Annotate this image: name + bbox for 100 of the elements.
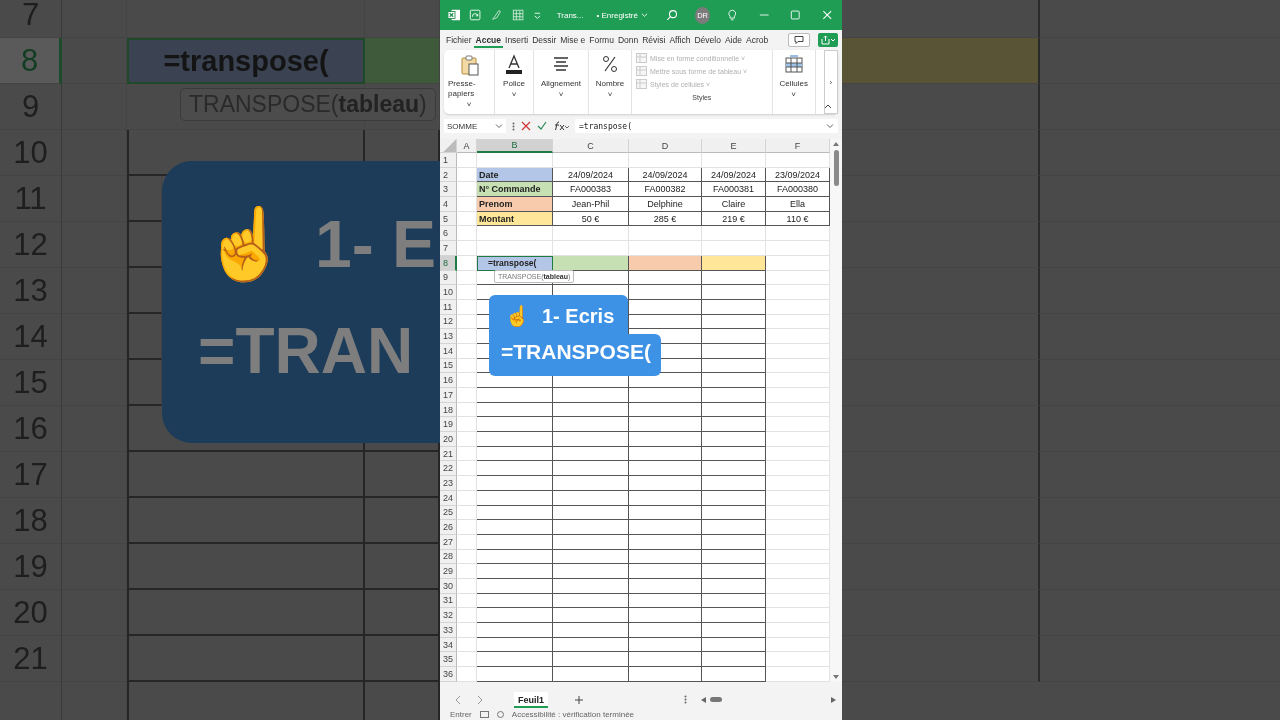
ribbon-tab[interactable]: Accue	[473, 32, 504, 48]
cancel-icon[interactable]	[521, 121, 531, 131]
horizontal-scrollbar[interactable]	[701, 696, 836, 703]
ribbon-tab[interactable]: Aide	[722, 32, 744, 48]
table-cell	[702, 432, 766, 447]
check-icon[interactable]	[537, 121, 547, 131]
row-header[interactable]: 22	[440, 461, 457, 477]
scrollbar-thumb[interactable]	[710, 697, 722, 702]
table-cell	[702, 285, 766, 300]
collapse-icon[interactable]	[824, 103, 832, 109]
previous-sheet-icon[interactable]	[454, 694, 462, 705]
sheet-tab[interactable]: Feuil1	[514, 691, 548, 708]
comment-icon	[794, 35, 804, 45]
name-box[interactable]: SOMME	[444, 119, 506, 133]
row-header[interactable]: 16	[440, 373, 457, 388]
formula-field[interactable]: =transpose(	[575, 119, 838, 133]
row-header[interactable]: 33	[440, 623, 457, 638]
style-icon	[636, 53, 647, 63]
scrollbar-thumb[interactable]	[833, 150, 839, 186]
ribbon-tab[interactable]: Acrob	[743, 32, 771, 48]
scroll-up-icon[interactable]	[832, 141, 840, 147]
table-cell	[457, 285, 477, 300]
ribbon-button[interactable]: Cellules ˅	[776, 52, 811, 112]
row-header[interactable]: 26	[440, 520, 457, 535]
ribbon-button[interactable]: Police ˅	[499, 52, 529, 112]
macro-icon	[479, 711, 489, 718]
row-header[interactable]: 20	[440, 432, 457, 447]
save-icon[interactable]	[469, 8, 482, 22]
table-cell	[62, 544, 127, 590]
table-icon[interactable]	[511, 8, 524, 22]
row-header[interactable]: 23	[440, 476, 457, 491]
ribbon-tab[interactable]: Révisi	[640, 32, 668, 48]
ribbon-tab[interactable]: Mise e	[558, 32, 588, 48]
add-sheet-icon[interactable]	[574, 694, 584, 705]
table-cell	[457, 476, 477, 491]
row-header[interactable]: 36	[440, 667, 457, 682]
ribbon-tab[interactable]: Fichier	[444, 32, 474, 48]
table-cell	[702, 388, 766, 403]
ribbon-button[interactable]: Presse-papiers ˅	[448, 52, 490, 112]
row-header[interactable]: 35	[440, 652, 457, 668]
row-header[interactable]: 3	[440, 182, 457, 198]
row-header[interactable]: 6	[440, 226, 457, 242]
lightbulb-icon[interactable]	[727, 8, 738, 22]
brush-icon[interactable]	[490, 8, 503, 22]
table-cell	[702, 153, 766, 168]
column-header[interactable]: B	[477, 139, 553, 153]
table-cell	[62, 452, 127, 498]
table-cell: FA000381	[702, 182, 766, 198]
more-button[interactable]: ›	[823, 50, 838, 114]
cells-icon	[783, 54, 804, 76]
row-header[interactable]: 13	[440, 329, 457, 344]
ribbon-tab[interactable]: Donn	[615, 32, 641, 48]
comments-button[interactable]	[788, 33, 810, 47]
table-cell	[702, 461, 766, 477]
maximize-icon[interactable]	[790, 9, 801, 21]
table-cell	[702, 329, 766, 344]
table-cell	[457, 226, 477, 242]
table-cell	[457, 564, 477, 579]
table-cell	[62, 498, 127, 544]
row-header[interactable]: 10	[440, 285, 457, 300]
column-header[interactable]: C	[553, 139, 629, 153]
next-sheet-icon[interactable]	[476, 694, 484, 705]
share-button[interactable]	[818, 33, 838, 47]
more-icon[interactable]	[684, 695, 687, 704]
table-cell	[62, 590, 127, 636]
row-header[interactable]: 19	[440, 417, 457, 433]
table-cell: FA000383	[553, 182, 629, 198]
select-all-corner[interactable]	[440, 139, 457, 153]
caret-icon[interactable]	[641, 11, 648, 19]
row-header[interactable]: 17	[440, 388, 457, 403]
table-cell	[62, 268, 127, 314]
row-header[interactable]: 1	[440, 153, 457, 168]
column-header[interactable]: D	[629, 139, 702, 153]
table-cell	[457, 373, 477, 388]
ribbon-tab[interactable]: Formu	[587, 32, 616, 48]
ribbon-button[interactable]: Nombre ˅	[593, 52, 627, 112]
table-cell	[457, 490, 477, 506]
table-cell	[457, 432, 477, 447]
close-icon[interactable]	[821, 9, 832, 21]
ribbon-tab[interactable]: Dessir	[530, 32, 559, 48]
row-header[interactable]: 7	[440, 241, 457, 256]
function-icon[interactable]	[553, 121, 569, 131]
table-cell	[702, 652, 766, 668]
row-header[interactable]: 4	[440, 197, 457, 212]
row-header[interactable]: 32	[440, 608, 457, 623]
ribbon-button[interactable]: Alignement ˅	[538, 52, 584, 112]
ribbon-tab[interactable]: Affich	[667, 32, 693, 48]
table-cell	[457, 402, 477, 418]
ribbon-tab[interactable]: Inserti	[503, 32, 531, 48]
scroll-down-icon[interactable]	[832, 673, 840, 680]
ribbon-tab[interactable]: Dévelo	[692, 32, 723, 48]
excel-logo-icon[interactable]	[448, 8, 461, 22]
table-cell	[457, 417, 477, 433]
table-cell: 219 €	[702, 211, 766, 227]
table-cell	[702, 578, 766, 594]
table-cell	[457, 314, 477, 330]
column-header[interactable]: E	[702, 139, 766, 153]
search-icon[interactable]	[665, 8, 679, 22]
table-cell: N° Commande	[477, 182, 553, 198]
row-header[interactable]: 29	[440, 564, 457, 579]
